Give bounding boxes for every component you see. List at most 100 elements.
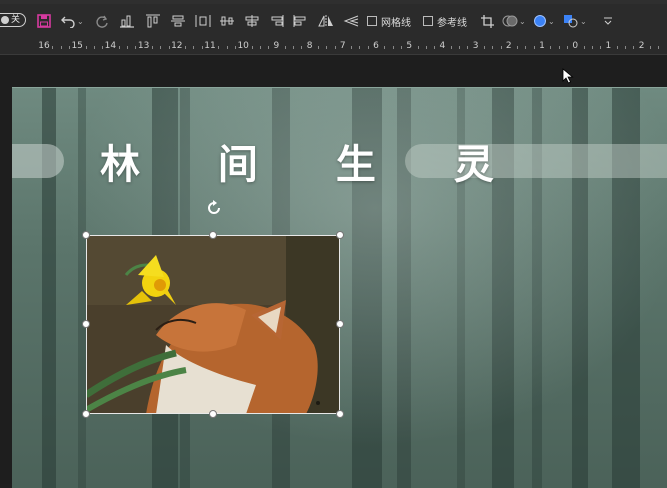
align-left-button[interactable] bbox=[293, 12, 309, 30]
shape-fill-icon bbox=[533, 14, 547, 28]
horizontal-ruler[interactable]: 16151413121110987654321012 bbox=[0, 40, 667, 55]
shape-merge-icon bbox=[502, 14, 518, 28]
flip-vertical-button[interactable] bbox=[343, 12, 359, 30]
ruler-tick bbox=[393, 46, 394, 49]
ruler-tick bbox=[52, 46, 53, 49]
ruler-tick bbox=[86, 46, 87, 49]
align-top-button[interactable] bbox=[145, 12, 161, 30]
align-center-icon bbox=[244, 14, 260, 28]
shape-merge-button[interactable]: ⌄ bbox=[502, 12, 526, 30]
ruler-tick bbox=[451, 46, 452, 49]
ruler-label: 13 bbox=[138, 41, 149, 51]
redo-icon bbox=[95, 14, 109, 28]
ruler-tick bbox=[260, 46, 261, 49]
shape-fill-dropdown-icon[interactable]: ⌄ bbox=[548, 17, 555, 26]
ruler-tick bbox=[633, 46, 634, 49]
align-right-button[interactable] bbox=[268, 12, 284, 30]
ruler-tick bbox=[517, 46, 518, 49]
ruler-tick bbox=[534, 46, 535, 49]
ruler-tick bbox=[235, 46, 236, 49]
ruler-label: 12 bbox=[171, 41, 182, 51]
resize-handle-bottom[interactable] bbox=[209, 410, 217, 418]
ruler-tick bbox=[650, 46, 651, 49]
undo-dropdown-icon[interactable]: ⌄ bbox=[77, 17, 84, 26]
ruler-tick bbox=[600, 46, 601, 49]
ruler-tick bbox=[301, 46, 302, 49]
ruler-tick bbox=[318, 46, 319, 49]
more-button[interactable] bbox=[603, 12, 613, 30]
guides-label: 参考线 bbox=[437, 14, 467, 29]
shape-outline-icon bbox=[563, 14, 579, 28]
guides-check-icon[interactable] bbox=[423, 16, 433, 26]
align-middle-button[interactable] bbox=[170, 12, 186, 30]
distribute-vertical-button[interactable] bbox=[219, 12, 235, 30]
ruler-tick bbox=[351, 46, 352, 49]
guides-checkbox[interactable]: 参考线 bbox=[423, 12, 467, 30]
ruler-label: 2 bbox=[506, 41, 512, 51]
align-top-icon bbox=[145, 14, 161, 28]
redo-button[interactable] bbox=[95, 12, 109, 30]
resize-handle-top[interactable] bbox=[209, 231, 217, 239]
chart-button[interactable] bbox=[119, 12, 135, 30]
ruler-label: 14 bbox=[105, 41, 116, 51]
ruler-tick bbox=[218, 46, 219, 49]
flip-horizontal-button[interactable] bbox=[318, 12, 334, 30]
shape-outline-button[interactable]: ⌄ bbox=[563, 12, 587, 30]
rotate-handle[interactable] bbox=[205, 199, 223, 217]
gridlines-check-icon[interactable] bbox=[367, 16, 377, 26]
ruler-tick bbox=[401, 46, 402, 49]
fox-photo[interactable] bbox=[86, 235, 340, 414]
decorative-pill-left[interactable] bbox=[12, 144, 64, 178]
ruler-tick bbox=[293, 46, 294, 49]
ruler-scale: 16151413121110987654321012 bbox=[0, 40, 667, 52]
resize-handle-left[interactable] bbox=[82, 320, 90, 328]
ruler-tick bbox=[418, 46, 419, 49]
ruler-tick bbox=[169, 46, 170, 49]
ruler-tick bbox=[127, 46, 128, 49]
ruler-label: 1 bbox=[606, 41, 612, 51]
shape-merge-dropdown-icon[interactable]: ⌄ bbox=[519, 17, 526, 26]
ruler-tick bbox=[69, 46, 70, 49]
flip-horizontal-icon bbox=[318, 14, 334, 28]
ruler-tick bbox=[434, 46, 435, 49]
resize-handle-top-left[interactable] bbox=[82, 231, 90, 239]
resize-handle-bottom-right[interactable] bbox=[336, 410, 344, 418]
slide-title[interactable]: 林 间 生 灵 bbox=[100, 132, 526, 190]
ruler-label: 7 bbox=[340, 41, 346, 51]
crop-icon bbox=[480, 14, 495, 29]
undo-button[interactable]: ⌄ bbox=[60, 12, 84, 30]
ruler-tick bbox=[617, 46, 618, 49]
crop-button[interactable] bbox=[480, 12, 495, 30]
ruler-tick bbox=[592, 46, 593, 49]
snap-toggle[interactable]: 关 bbox=[0, 13, 26, 27]
align-center-button[interactable] bbox=[244, 12, 260, 30]
ruler-label: 11 bbox=[204, 41, 215, 51]
ruler-tick bbox=[285, 46, 286, 49]
ruler-tick bbox=[102, 46, 103, 49]
undo-icon bbox=[60, 14, 76, 28]
ruler-tick bbox=[550, 46, 551, 49]
mouse-cursor bbox=[562, 68, 574, 88]
more-icon bbox=[603, 15, 613, 27]
distribute-horizontal-button[interactable] bbox=[195, 12, 211, 30]
toggle-label: 关 bbox=[11, 15, 20, 25]
ruler-tick bbox=[459, 46, 460, 49]
ruler-tick bbox=[525, 46, 526, 49]
ruler-tick bbox=[625, 46, 626, 49]
ruler-tick bbox=[492, 46, 493, 49]
resize-handle-right[interactable] bbox=[336, 320, 344, 328]
shape-outline-dropdown-icon[interactable]: ⌄ bbox=[580, 17, 587, 26]
resize-handle-top-right[interactable] bbox=[336, 231, 344, 239]
resize-handle-bottom-left[interactable] bbox=[82, 410, 90, 418]
ruler-tick bbox=[119, 46, 120, 49]
ribbon-top-strip bbox=[0, 0, 667, 4]
align-middle-icon bbox=[170, 14, 186, 28]
gridlines-checkbox[interactable]: 网格线 bbox=[367, 12, 411, 30]
ruler-tick bbox=[567, 46, 568, 49]
ruler-label: 2 bbox=[639, 41, 645, 51]
ruler-tick bbox=[584, 46, 585, 49]
save-button[interactable] bbox=[37, 12, 51, 30]
ruler-tick bbox=[484, 46, 485, 49]
toolbar: 关 ⌄ 网格线 参考线 bbox=[0, 0, 667, 41]
shape-fill-button[interactable]: ⌄ bbox=[533, 12, 555, 30]
